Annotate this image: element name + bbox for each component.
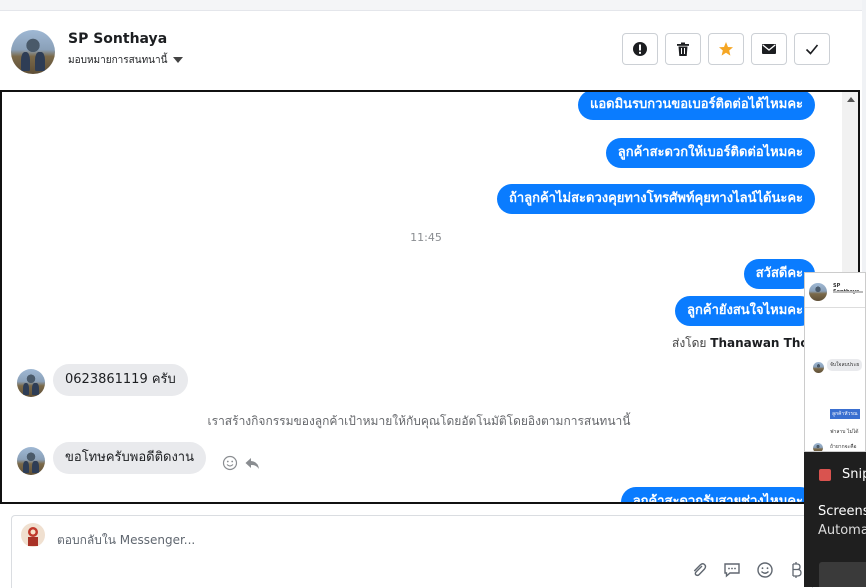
page-avatar [21,523,45,547]
contact-avatar[interactable] [11,30,55,74]
preview-subline [833,291,863,293]
snip-action-button[interactable] [819,562,866,587]
reply-icon[interactable] [244,455,260,471]
message-outgoing[interactable]: แอดมินรบกวนขอเบอร์ติดต่อได้ไหมคะ [577,92,815,120]
preview-message: จับใจลบประย [827,359,863,371]
emoji-icon[interactable] [756,561,774,579]
snip-message-line1: Screens [818,504,866,519]
spam-button[interactable] [622,33,658,65]
payment-icon[interactable] [789,561,803,579]
delete-button[interactable] [665,33,701,65]
snip-message-line2: Automa [818,523,866,538]
reply-input[interactable]: ตอบกลับใน Messenger... [57,531,195,550]
message-outgoing[interactable]: ลูกค้าสะดวกรับสายช่วงไหมคะ [620,487,815,502]
trash-icon [677,42,689,56]
snip-app-name: Snip [842,467,866,482]
mark-unread-button[interactable] [751,33,787,65]
preview-name: SP Sonthaya [833,283,859,295]
thumbnail-preview-overlay[interactable]: SP Sonthaya จับใจลบประย ลูกค้าหัวรณ ฟาลา… [804,272,866,452]
saved-replies-icon[interactable] [723,561,741,579]
snipping-tool-icon [819,469,831,481]
done-button[interactable] [794,33,830,65]
message-outgoing[interactable]: ลูกค้าสะดวกให้เบอร์ติดต่อไหมคะ [605,138,815,168]
top-strip [0,0,866,11]
message-outgoing[interactable]: ถ้าลูกค้าไม่สะดวงคุยทางโทรศัพท์คุยทางไลน… [496,184,815,214]
caret-down-icon [173,57,184,63]
message-incoming[interactable]: 0623861119 ครับ [53,364,188,396]
system-message: เราสร้างกิจกรรมของลูกค้าเป้าหมายให้กับคุ… [207,414,631,428]
assign-conversation-dropdown[interactable]: มอบหมายการสนทนานี้ [68,53,184,68]
contact-name[interactable]: SP Sonthaya [68,31,167,47]
envelope-icon [762,44,776,54]
scroll-up-arrow-icon[interactable] [847,97,855,102]
alert-icon [633,42,647,56]
preview-message: ฟาลาบ ไม่ได้ [830,429,859,435]
message-thread[interactable]: แอดมินรบกวนขอเบอร์ติดต่อได้ไหมคะ ลูกค้าส… [0,90,860,504]
message-timestamp: 11:45 [410,231,442,244]
message-incoming[interactable]: ขอโทษครับพอดีติดงาน [53,442,206,474]
preview-avatar [813,362,824,373]
reply-composer[interactable]: ตอบกลับใน Messenger... [11,515,813,588]
star-button[interactable] [708,33,744,65]
message-outgoing[interactable]: ลูกค้ายังสนใจไหมคะ [675,296,815,326]
assign-label: มอบหมายการสนทนานี้ [68,55,168,66]
contact-avatar-small[interactable] [17,447,45,475]
snipping-tool-notification[interactable]: Snip Screens Automa [804,452,866,587]
preview-message: ถ้ายากจะคือ [830,444,857,450]
sent-by-name: Thanawan Thon [710,336,818,350]
preview-message-selected: ลูกค้าหัวรณ [830,409,860,419]
attachment-icon[interactable] [690,561,708,579]
preview-avatar [813,443,823,451]
contact-avatar-small[interactable] [17,369,45,397]
react-emoji-icon[interactable] [222,455,238,471]
sent-by-label: ส่งโดย Thanawan Thon [672,334,817,353]
check-icon [805,44,819,55]
sent-by-prefix: ส่งโดย [672,336,707,350]
preview-avatar [809,283,827,301]
star-icon [719,42,733,56]
conversation-header: SP Sonthaya มอบหมายการสนทนานี้ [0,11,862,90]
